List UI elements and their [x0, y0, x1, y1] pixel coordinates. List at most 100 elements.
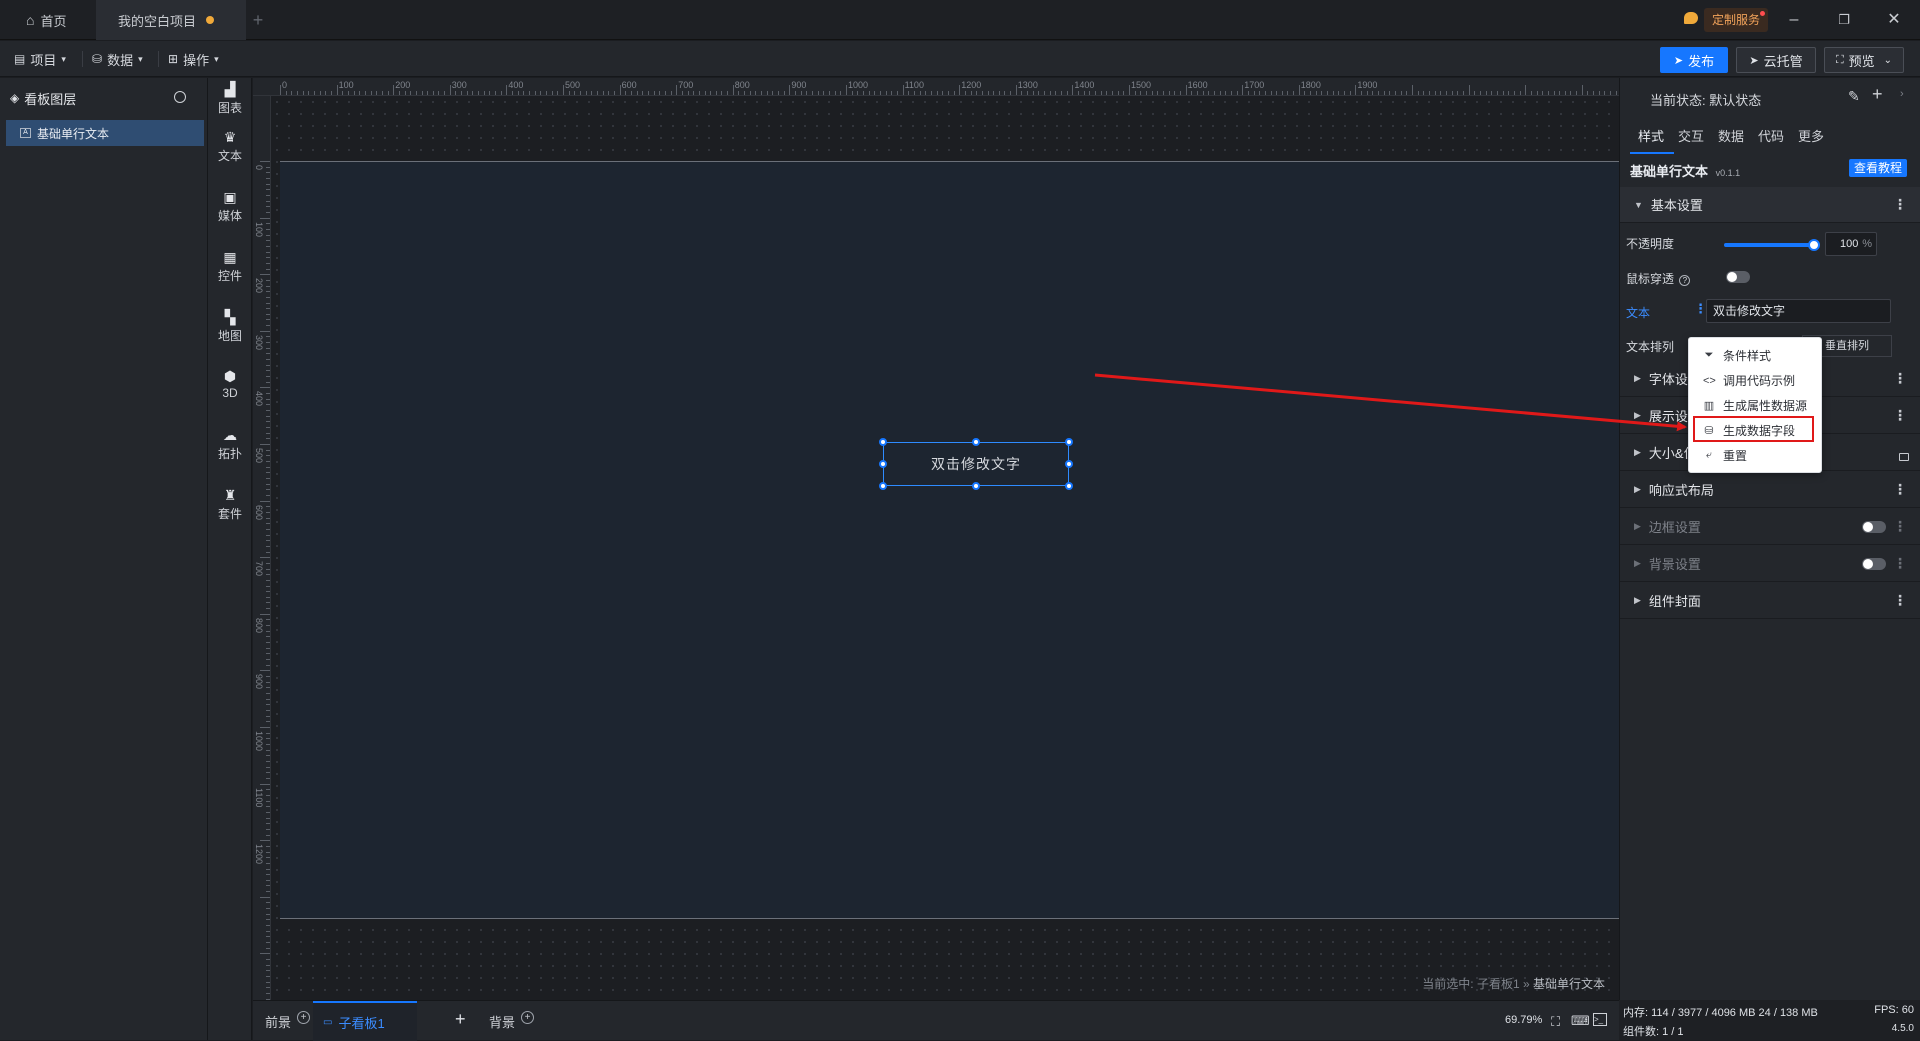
close-icon[interactable]: ✕ [1880, 8, 1908, 32]
opacity-slider-thumb[interactable] [1808, 239, 1820, 251]
keyboard-icon[interactable]: ⌨ [1571, 1013, 1590, 1029]
opacity-slider[interactable] [1724, 239, 1820, 251]
menu-project[interactable]: ▤ 项目 ▾ [14, 48, 66, 70]
tab-data[interactable]: 数据 [1718, 126, 1744, 145]
menu-item-reset[interactable]: ⤶ 重置 [1689, 443, 1823, 468]
text-input[interactable]: 双击修改文字 [1706, 299, 1891, 323]
tab-project[interactable]: 我的空白项目 [96, 0, 246, 40]
add-state-icon[interactable]: + [1872, 84, 1883, 105]
ruler-tick-mark [1027, 91, 1029, 95]
component-map[interactable]: ▚ 地图 [208, 303, 252, 349]
ruler-tick-mark [266, 925, 270, 927]
section-basic-settings[interactable]: ▼ 基本设置 ⋮ [1620, 187, 1920, 223]
ruler-tick-mark [266, 800, 270, 802]
kebab-menu-icon[interactable]: ⋮ [1893, 518, 1907, 535]
section-border-settings[interactable]: ▶ 边框设置 ⋮ [1620, 509, 1920, 545]
kebab-menu-icon[interactable]: ⋮ [1893, 196, 1907, 213]
ruler-tick-mark [266, 687, 270, 689]
menu-operation-label: 操作 [183, 52, 210, 68]
restore-icon[interactable]: ❐ [1830, 8, 1858, 32]
section-responsive-layout[interactable]: ▶ 响应式布局 ⋮ [1620, 472, 1920, 508]
tab-background[interactable]: 背景 + [489, 1001, 535, 1041]
cloud-host-button[interactable]: ➤ 云托管 [1736, 47, 1816, 73]
kebab-menu-icon[interactable]: ⋮ [1893, 481, 1907, 498]
ruler-tick-mark [266, 534, 270, 536]
add-circle-icon[interactable]: + [297, 1010, 311, 1024]
component-topology[interactable]: ☁ 拓扑 [208, 421, 252, 467]
minimize-icon[interactable]: – [1780, 8, 1808, 32]
menu-data[interactable]: ⛁ 数据 ▾ [92, 48, 143, 70]
tab-foreground[interactable]: 前景 + [265, 1001, 311, 1041]
ruler-tick-mark [266, 381, 270, 383]
add-board-icon[interactable]: + [455, 1009, 466, 1030]
resize-handle[interactable] [879, 438, 887, 446]
component-version: v0.1.1 [1715, 168, 1741, 178]
selected-text-widget[interactable]: 双击修改文字 [879, 438, 1073, 490]
ruler-tick-mark [260, 840, 270, 842]
tab-more[interactable]: 更多 [1798, 126, 1824, 145]
section-component-cover[interactable]: ▶ 组件封面 ⋮ [1620, 583, 1920, 619]
help-icon[interactable]: ? [1679, 275, 1691, 286]
layer-item[interactable]: A 基础单行文本 [6, 120, 204, 146]
section-background-settings[interactable]: ▶ 背景设置 ⋮ [1620, 546, 1920, 582]
menu-item-generate-attr-datasource[interactable]: ▥ 生成属性数据源 [1689, 393, 1823, 418]
component-widget[interactable]: ▦ 控件 [208, 243, 252, 289]
component-chart[interactable]: ▟ 图表 [208, 75, 252, 121]
component-3d[interactable]: ⬢ 3D [208, 361, 252, 407]
canvas-area[interactable]: 0 100 200 300 400 500 600 700 800 900 1000 1100 1200… [253, 78, 1619, 1000]
mouse-through-toggle[interactable] [1726, 271, 1750, 283]
background-toggle[interactable] [1862, 558, 1886, 570]
preview-button[interactable]: ⛶ 预览 ⌄ [1824, 47, 1904, 73]
search-icon[interactable] [174, 91, 186, 103]
publish-button[interactable]: ➤ 发布 [1660, 47, 1728, 73]
resize-handle[interactable] [1065, 438, 1073, 446]
fit-screen-icon[interactable]: ⛶ [1551, 1014, 1560, 1030]
lock-icon[interactable] [1899, 453, 1909, 461]
ruler-tick-mark [266, 308, 270, 310]
ruler-tick-mark [266, 455, 270, 457]
ruler-tick-mark [266, 194, 270, 196]
ruler-tick-mark [260, 161, 270, 162]
ruler-tick-mark [266, 879, 270, 881]
text-option-kebab-icon[interactable]: ⋮ [1694, 301, 1707, 319]
message-icon[interactable] [1684, 12, 1698, 24]
kebab-menu-icon[interactable]: ⋮ [1893, 592, 1907, 609]
resize-handle[interactable] [1065, 460, 1073, 468]
new-tab-icon[interactable]: + [246, 8, 270, 32]
tab-code[interactable]: 代码 [1758, 126, 1784, 145]
tab-interaction[interactable]: 交互 [1678, 126, 1704, 145]
sub-board[interactable]: 双击修改文字 [280, 161, 1619, 919]
menu-item-condition-style[interactable]: ⏷ 条件样式 [1689, 343, 1823, 368]
add-circle-icon[interactable]: + [521, 1010, 535, 1024]
opacity-input[interactable]: 100 % [1825, 232, 1877, 256]
ruler-tick-mark [266, 432, 270, 434]
custom-service-button[interactable]: 定制服务 [1704, 8, 1769, 32]
tab-style[interactable]: 样式 [1638, 126, 1664, 145]
border-toggle[interactable] [1862, 521, 1886, 533]
kebab-menu-icon[interactable]: ⋮ [1893, 407, 1907, 424]
resize-handle[interactable] [972, 482, 980, 490]
tab-home[interactable]: ⌂ 首页 [12, 0, 80, 40]
tab-sub-board[interactable]: ▭ 子看板1 [313, 1001, 417, 1041]
ruler-tick-mark [1157, 91, 1159, 95]
terminal-icon[interactable]: >_ [1593, 1013, 1607, 1026]
menu-item-code-example[interactable]: <> 调用代码示例 [1689, 368, 1823, 393]
ruler-tick-mark [1225, 91, 1227, 95]
resize-handle[interactable] [879, 482, 887, 490]
kebab-menu-icon[interactable]: ⋮ [1893, 370, 1907, 387]
edit-icon[interactable]: ✎ [1848, 88, 1860, 105]
resize-handle[interactable] [879, 460, 887, 468]
zoom-level[interactable]: 69.79% [1505, 1014, 1542, 1026]
menu-operation[interactable]: ⊞ 操作 ▾ [168, 48, 219, 70]
resize-handle[interactable] [1065, 482, 1073, 490]
ruler-tick-mark [732, 85, 734, 95]
resize-handle[interactable] [972, 438, 980, 446]
ruler-tick-mark [455, 91, 457, 95]
kebab-menu-icon[interactable]: ⋮ [1893, 555, 1907, 572]
chevron-right-icon[interactable]: › [1900, 88, 1904, 100]
component-text[interactable]: ♛ 文本 [208, 123, 252, 169]
ruler-tick-mark [546, 91, 548, 95]
component-suite[interactable]: ♜ 套件 [208, 481, 252, 527]
component-media[interactable]: ▣ 媒体 [208, 183, 252, 229]
tutorial-button[interactable]: 查看教程 [1849, 159, 1907, 177]
